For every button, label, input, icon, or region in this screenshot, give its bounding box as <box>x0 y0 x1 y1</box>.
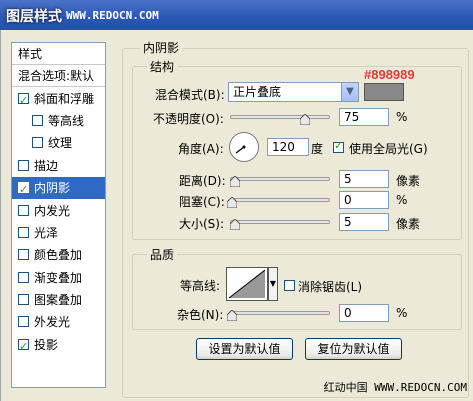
checkbox-pattern-overlay[interactable] <box>18 294 29 305</box>
footer-watermark: 红动中国 WWW.REDOCN.COM <box>323 381 467 394</box>
anti-alias-label[interactable]: 消除锯齿(L) <box>298 278 362 295</box>
style-item-label: 内阴影 <box>34 181 71 195</box>
style-item-bevel[interactable]: 斜面和浮雕 <box>12 88 105 110</box>
size-slider-track[interactable] <box>230 220 330 224</box>
checkbox-color-overlay[interactable] <box>18 249 29 260</box>
style-item-label: 投影 <box>34 338 59 352</box>
checkbox-gradient-overlay[interactable] <box>18 272 29 283</box>
blend-mode-value: 正片叠底 <box>233 85 282 99</box>
style-item-label: 颜色叠加 <box>34 248 83 262</box>
blend-mode-label: 混合模式(B): <box>155 88 225 102</box>
style-item-label: 描边 <box>34 159 59 173</box>
checkbox-texture[interactable] <box>32 137 43 148</box>
style-item-satin[interactable]: 光泽 <box>12 222 105 244</box>
opacity-unit: % <box>396 110 408 124</box>
opacity-slider-thumb[interactable] <box>300 114 310 125</box>
angle-dial[interactable] <box>229 132 259 162</box>
noise-unit: % <box>396 306 408 320</box>
style-item-gradient-overlay[interactable]: 渐变叠加 <box>12 267 105 289</box>
noise-slider-track[interactable] <box>230 311 330 315</box>
style-item-inner-glow[interactable]: 内发光 <box>12 200 105 222</box>
angle-input[interactable]: 120 <box>267 138 309 156</box>
style-item-label: 图案叠加 <box>34 293 83 307</box>
choke-slider-thumb[interactable] <box>227 197 237 208</box>
reset-default-button[interactable]: 复位为默认值 <box>305 338 402 360</box>
anti-alias-checkbox[interactable] <box>284 280 295 291</box>
choke-unit: % <box>396 193 408 207</box>
checkbox-drop-shadow[interactable] <box>18 336 29 356</box>
distance-label: 距离(D): <box>179 174 226 188</box>
window-title: 图层样式 <box>6 9 62 25</box>
opacity-input[interactable]: 75 <box>339 108 389 126</box>
checkbox-contour[interactable] <box>32 115 43 126</box>
style-item-label: 纹理 <box>48 136 73 150</box>
checkbox-inner-glow[interactable] <box>18 205 29 216</box>
choke-label: 阻塞(C): <box>179 195 225 209</box>
distance-slider-thumb[interactable] <box>230 176 240 187</box>
shadow-color-swatch[interactable] <box>364 83 404 101</box>
choke-input[interactable]: 0 <box>339 191 389 209</box>
global-light-checkbox[interactable] <box>333 139 344 153</box>
style-list: 样式 混合选项:默认 斜面和浮雕 等高线 纹理 描边 内阴影 内发光 光泽 颜色… <box>11 42 106 388</box>
style-item-label: 斜面和浮雕 <box>34 92 95 106</box>
size-label: 大小(S): <box>179 217 225 231</box>
style-item-texture[interactable]: 纹理 <box>12 132 105 154</box>
style-list-header[interactable]: 样式 <box>12 43 105 65</box>
size-unit: 像素 <box>396 217 421 231</box>
style-item-color-overlay[interactable]: 颜色叠加 <box>12 244 105 266</box>
angle-unit: 度 <box>311 142 324 156</box>
panel-title: 内阴影 <box>140 39 183 56</box>
make-default-button[interactable]: 设置为默认值 <box>196 338 293 360</box>
chevron-down-icon[interactable]: ▼ <box>341 83 358 101</box>
style-item-pattern-overlay[interactable]: 图案叠加 <box>12 289 105 311</box>
blend-mode-select[interactable]: 正片叠底 ▼ <box>228 82 359 102</box>
contour-picker[interactable]: ▼ <box>226 267 278 301</box>
style-item-label: 光泽 <box>34 226 59 240</box>
contour-label: 等高线: <box>180 279 221 293</box>
size-input[interactable]: 5 <box>339 213 389 231</box>
noise-slider-thumb[interactable] <box>227 310 237 321</box>
chevron-down-icon[interactable]: ▼ <box>268 267 278 301</box>
title-bar: 图层样式 WWW.REDOCN.COM <box>0 0 473 30</box>
style-item-label: 外发光 <box>34 315 71 329</box>
checkbox-inner-shadow[interactable] <box>18 179 29 199</box>
style-item-contour[interactable]: 等高线 <box>12 110 105 132</box>
opacity-label: 不透明度(O): <box>153 112 224 126</box>
site-watermark: WWW.REDOCN.COM <box>66 9 159 22</box>
size-slider-thumb[interactable] <box>230 219 240 230</box>
choke-slider-track[interactable] <box>230 198 330 202</box>
quality-legend: 品质 <box>147 246 178 263</box>
style-item-outer-glow[interactable]: 外发光 <box>12 311 105 333</box>
style-item-label: 渐变叠加 <box>34 271 83 285</box>
blend-options-item[interactable]: 混合选项:默认 <box>12 65 105 87</box>
structure-legend: 结构 <box>147 58 178 75</box>
opacity-slider-track[interactable] <box>230 115 330 119</box>
angle-label: 角度(A): <box>178 142 224 156</box>
style-item-inner-shadow[interactable]: 内阴影 <box>12 177 105 199</box>
color-hex-label: #898989 <box>364 67 415 82</box>
global-light-label[interactable]: 使用全局光(G) <box>349 140 428 157</box>
style-item-label: 内发光 <box>34 204 71 218</box>
style-item-drop-shadow[interactable]: 投影 <box>12 334 105 356</box>
checkbox-outer-glow[interactable] <box>18 316 29 327</box>
checkbox-bevel[interactable] <box>18 90 29 110</box>
checkbox-stroke[interactable] <box>18 160 29 171</box>
noise-label: 杂色(N): <box>177 308 224 322</box>
distance-input[interactable]: 5 <box>339 170 389 188</box>
style-item-label: 等高线 <box>48 114 85 128</box>
style-item-stroke[interactable]: 描边 <box>12 155 105 177</box>
distance-slider-track[interactable] <box>230 177 330 181</box>
distance-unit: 像素 <box>396 174 421 188</box>
noise-input[interactable]: 0 <box>339 304 389 322</box>
dialog-body: 样式 混合选项:默认 斜面和浮雕 等高线 纹理 描边 内阴影 内发光 光泽 颜色… <box>0 30 473 401</box>
checkbox-satin[interactable] <box>18 227 29 238</box>
